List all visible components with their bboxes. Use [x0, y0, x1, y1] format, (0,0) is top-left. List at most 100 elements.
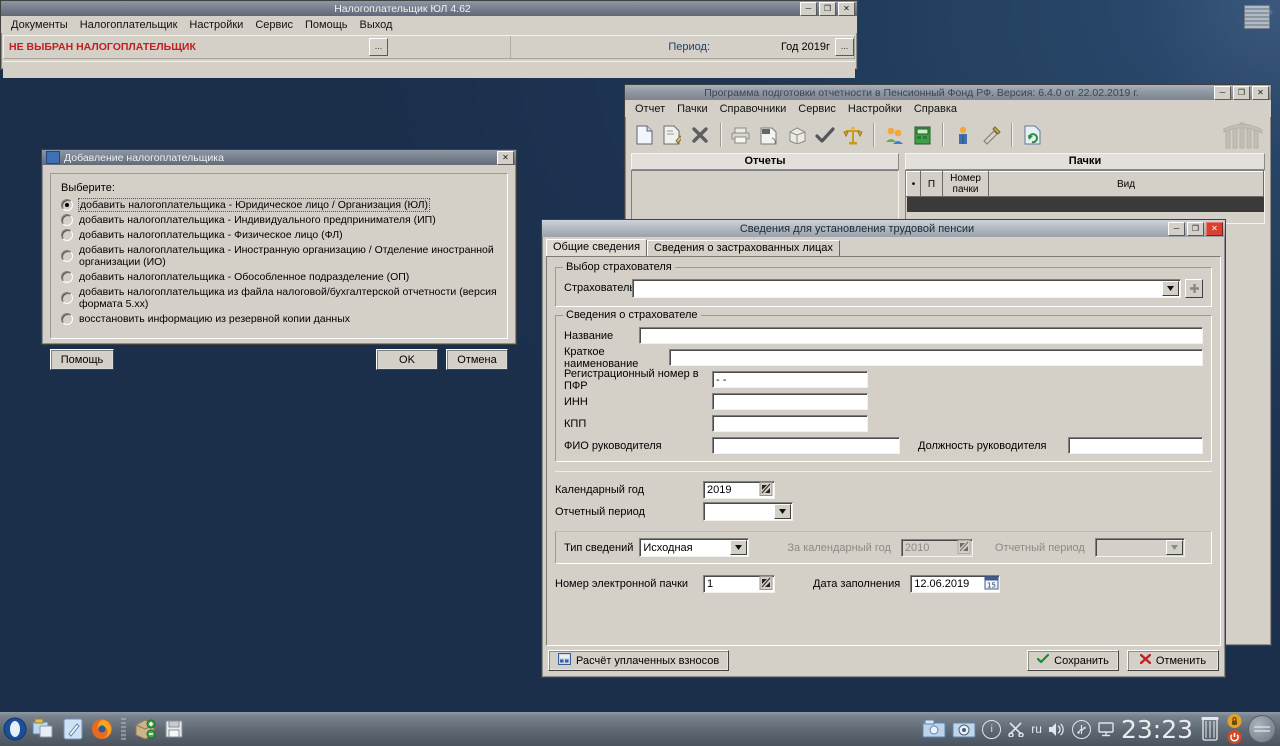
minimize-button[interactable]: ─	[1214, 85, 1231, 100]
menu-item-exit[interactable]: Выход	[354, 17, 399, 33]
spinner-arrows-icon[interactable]	[759, 481, 774, 498]
fill-date-field[interactable]: 12.06.2019 15	[910, 574, 1001, 593]
radio-option-restore-backup[interactable]: восстановить информацию из резервной коп…	[61, 313, 497, 325]
packs-col-p[interactable]: П	[920, 171, 943, 197]
radio-icon[interactable]	[61, 214, 73, 226]
radio-icon[interactable]	[61, 199, 73, 211]
check-icon[interactable]	[812, 121, 838, 149]
close-button[interactable]: ✕	[497, 150, 514, 165]
radio-option-from-file[interactable]: добавить налогоплательщика из файла нало…	[61, 286, 497, 310]
menu-item-service[interactable]: Сервис	[792, 101, 842, 117]
radio-icon[interactable]	[61, 250, 73, 262]
dialog-pension-info[interactable]: Сведения для установления трудовой пенси…	[541, 219, 1226, 678]
tools-icon[interactable]	[978, 121, 1004, 149]
maximize-button[interactable]: ❐	[1187, 221, 1204, 236]
menu-item-help[interactable]: Помощь	[299, 17, 354, 33]
titlebar-add-taxpayer[interactable]: Добавление налогоплательщика ✕	[42, 150, 516, 165]
calendar-icon[interactable]: 15	[984, 576, 999, 592]
add-insurer-button[interactable]	[1185, 278, 1203, 298]
lock-icon[interactable]	[1227, 714, 1242, 728]
power-icon[interactable]	[1227, 730, 1242, 744]
titlebar-pension-info[interactable]: Сведения для установления трудовой пенси…	[542, 220, 1225, 237]
menu-item-service[interactable]: Сервис	[249, 17, 299, 33]
print-icon[interactable]	[728, 121, 754, 149]
person-icon[interactable]	[950, 121, 976, 149]
pfr-reg-number-input[interactable]: - -	[712, 371, 868, 388]
window-controls[interactable]: ─ ❐ ✕	[800, 1, 855, 16]
period-select-button[interactable]: ...	[835, 38, 854, 56]
help-button[interactable]: Помощь	[50, 349, 114, 370]
radio-option-ip[interactable]: добавить налогоплательщика - Индивидуаль…	[61, 214, 497, 226]
packs-panel-body[interactable]: • П Номер пачки Вид	[905, 170, 1265, 224]
dialog-add-taxpayer[interactable]: Добавление налогоплательщика ✕ Выберите:…	[41, 149, 517, 370]
menu-item-documents[interactable]: Документы	[5, 17, 74, 33]
window-controls[interactable]: ─ ❐ ✕	[1168, 221, 1223, 236]
director-position-input[interactable]	[1068, 437, 1203, 454]
settings-icon[interactable]	[952, 718, 976, 740]
users-group-icon[interactable]	[881, 121, 907, 149]
titlebar-pfr[interactable]: Программа подготовки отчетности в Пенсио…	[625, 85, 1271, 100]
reports-panel-body[interactable]	[631, 170, 899, 224]
volume-icon[interactable]	[1048, 720, 1066, 738]
pack-number-spinner[interactable]: 1	[703, 574, 775, 593]
delete-cross-icon[interactable]	[687, 121, 713, 149]
menu-item-settings[interactable]: Настройки	[842, 101, 908, 117]
toolbar-pfr[interactable]	[625, 117, 1271, 153]
director-name-input[interactable]	[712, 437, 900, 454]
archive-box-icon[interactable]	[784, 121, 810, 149]
taskbar-launchers[interactable]	[0, 716, 187, 742]
packs-col-number[interactable]: Номер пачки	[942, 171, 989, 197]
clock[interactable]: 23:23	[1121, 717, 1193, 742]
chevron-down-icon[interactable]	[730, 540, 748, 555]
edit-document-icon[interactable]	[659, 121, 685, 149]
ok-button[interactable]: OK	[376, 349, 438, 370]
maximize-button[interactable]: ❐	[1233, 85, 1250, 100]
file-manager-icon[interactable]	[31, 716, 57, 742]
radio-option-fl[interactable]: добавить налогоплательщика - Физическое …	[61, 229, 497, 241]
firefox-icon[interactable]	[89, 716, 115, 742]
cancel-button[interactable]: Отменить	[1127, 650, 1219, 671]
usb-icon[interactable]	[1071, 719, 1091, 739]
refresh-document-icon[interactable]	[1019, 121, 1045, 149]
close-button[interactable]: ✕	[1252, 85, 1269, 100]
short-name-input[interactable]	[669, 349, 1203, 366]
window-controls[interactable]: ✕	[497, 150, 514, 165]
calc-contributions-button[interactable]: Расчёт уплаченных взносов	[548, 650, 730, 671]
display-icon[interactable]	[1097, 720, 1115, 738]
menu-item-taxpayer[interactable]: Налогоплательщик	[74, 17, 184, 33]
inn-input[interactable]	[712, 393, 868, 410]
folder-icon[interactable]	[922, 718, 946, 740]
minimize-button[interactable]: ─	[1168, 221, 1185, 236]
radio-option-io[interactable]: добавить налогоплательщика - Иностранную…	[61, 244, 497, 268]
packs-col-marker[interactable]: •	[906, 171, 921, 197]
minimize-button[interactable]: ─	[800, 1, 817, 16]
tab-insured-persons[interactable]: Сведения о застрахованных лицах	[647, 240, 840, 256]
window-controls[interactable]: ─ ❐ ✕	[1214, 85, 1269, 100]
radio-icon[interactable]	[61, 229, 73, 241]
print-preview-icon[interactable]	[756, 121, 782, 149]
menu-item-report[interactable]: Отчет	[629, 101, 671, 117]
menu-item-settings[interactable]: Настройки	[183, 17, 249, 33]
chevron-down-icon[interactable]	[1162, 280, 1179, 296]
taskbar[interactable]: i ru 23:23	[0, 712, 1280, 746]
packs-col-kind[interactable]: Вид	[988, 171, 1264, 197]
radio-icon[interactable]	[61, 292, 73, 304]
save-disk-icon[interactable]	[161, 716, 187, 742]
select-taxpayer-button[interactable]: ...	[369, 38, 388, 56]
radio-icon[interactable]	[61, 271, 73, 283]
radio-option-ul[interactable]: добавить налогоплательщика - Юридическое…	[61, 198, 497, 212]
close-button[interactable]: ✕	[838, 1, 855, 16]
save-button[interactable]: Сохранить	[1027, 650, 1119, 671]
calculator-icon[interactable]	[909, 121, 935, 149]
table-row[interactable]	[906, 196, 1264, 212]
radio-icon[interactable]	[61, 313, 73, 325]
menu-item-directories[interactable]: Справочники	[714, 101, 793, 117]
chevron-down-icon[interactable]	[774, 504, 791, 519]
text-editor-icon[interactable]	[60, 716, 86, 742]
menubar-pfr[interactable]: Отчет Пачки Справочники Сервис Настройки…	[625, 100, 1271, 117]
show-desktop-button[interactable]	[1248, 715, 1276, 743]
spinner-arrows-icon[interactable]	[759, 575, 774, 592]
scales-icon[interactable]	[840, 121, 866, 149]
cancel-button[interactable]: Отмена	[446, 349, 508, 370]
tabbar[interactable]: Общие сведения Сведения о застрахованных…	[546, 239, 1221, 256]
